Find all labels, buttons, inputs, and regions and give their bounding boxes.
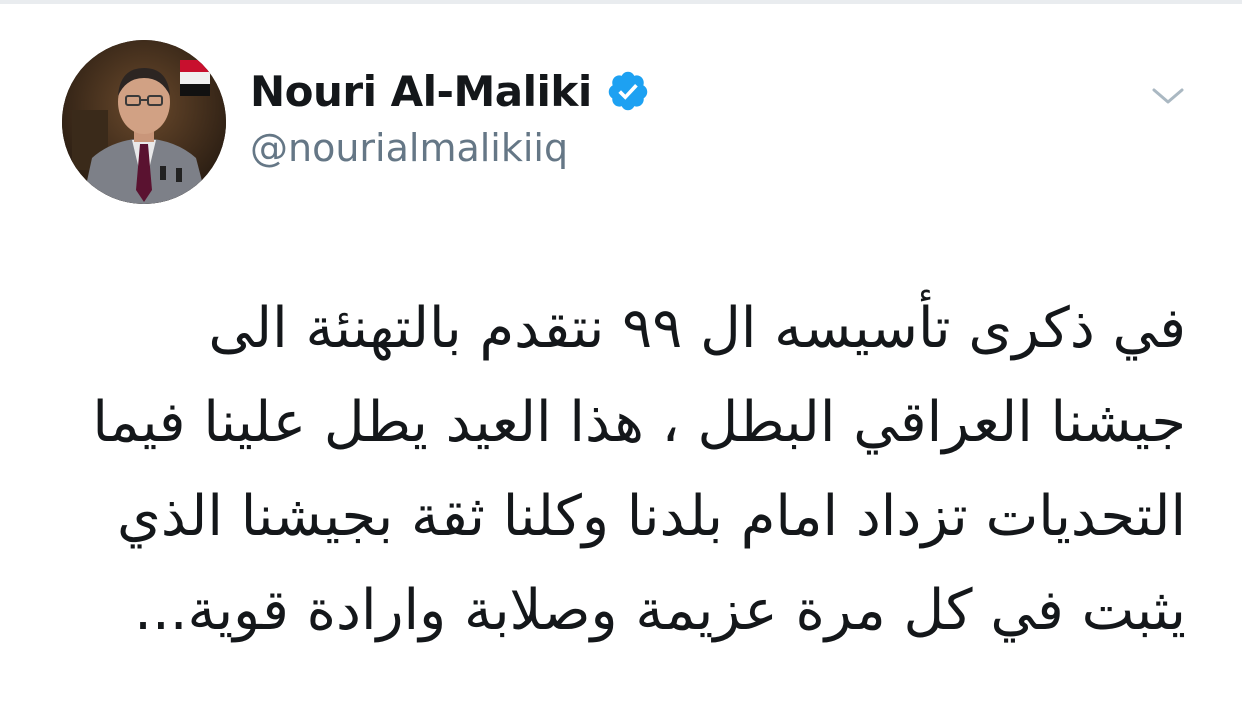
avatar[interactable] (62, 40, 226, 204)
tweet-text-line-4: يثبت في كل مرة عزيمة وصلابة وارادة قوية.… (134, 578, 1186, 643)
author-handle[interactable]: @nourialmalikiiq (250, 126, 568, 170)
divider (0, 0, 1242, 4)
tweet-text-line-1: في ذكرى تأسيسه ال ٩٩ نتقدم بالتهنئة الى (208, 296, 1186, 361)
display-name[interactable]: Nouri Al-Maliki (250, 67, 592, 116)
verified-badge-icon (606, 69, 650, 113)
chevron-down-icon (1152, 88, 1184, 104)
tweet-text: في ذكرى تأسيسه ال ٩٩ نتقدم بالتهنئة الى … (80, 282, 1186, 662)
tweet-text-line-2: جيشنا العراقي البطل ، هذا العيد يطل علين… (92, 390, 1186, 455)
profile-photo (62, 40, 226, 204)
tweet-card: Nouri Al-Maliki @nourialmalikiiq في ذكرى… (0, 0, 1242, 722)
tweet-menu-button[interactable] (1146, 78, 1190, 114)
author-name-row[interactable]: Nouri Al-Maliki (250, 62, 650, 120)
tweet-text-line-3: التحديات تزداد امام بلدنا وكلنا ثقة بجيش… (117, 484, 1186, 549)
